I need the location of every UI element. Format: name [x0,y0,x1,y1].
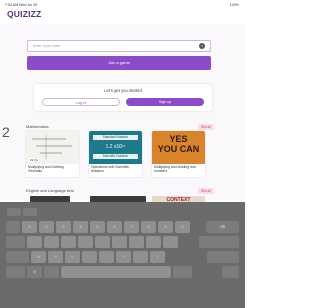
key-exclamation[interactable]: ! [150,251,165,263]
key-5[interactable]: 5 [90,221,105,233]
key-symbol-6[interactable] [112,236,127,248]
status-time: 7:54 AM Wed Jul 20 [5,3,38,7]
key-symbol-3[interactable] [61,236,76,248]
thumb-sub: Scientific Notation [93,154,138,159]
key-symbol-4[interactable] [78,236,93,248]
delete-key[interactable]: ⌫ [206,221,239,233]
tile-title: Multiplying and dividing real numbers [154,165,196,173]
app-logo: QUIZIZZ [7,9,42,19]
thumb-text: YES YOU CAN [157,134,200,154]
key-symbol-7[interactable] [129,236,144,248]
key-tab[interactable] [6,221,20,233]
join-code-placeholder: Enter a join code [33,44,60,48]
key-abc-left[interactable] [6,266,25,278]
key-abc-right[interactable] [173,266,192,278]
tile-title: Multiplying and Dividing Decimals [28,165,64,173]
key-asterisk[interactable]: * [116,251,131,263]
key-symbol-8[interactable] [146,236,161,248]
key-redo[interactable] [23,208,37,216]
key-6[interactable]: 6 [107,221,122,233]
quiz-tile-decimals[interactable]: 29 Qs Multiplying and Dividing Decimals [26,131,79,177]
key-0[interactable]: 0 [175,221,190,233]
tile-title: Operations with Scientific Notation [91,165,130,173]
battery-indicator: 100% [229,3,239,7]
space-bar[interactable] [61,266,171,278]
login-button[interactable]: Log in [42,98,120,106]
thumb-heading: Standard Notation [93,135,138,140]
tile-thumbnail: Standard Notation 1.2 x10¹¹ Scientific N… [89,131,142,164]
join-game-button[interactable]: Join a game [27,56,211,70]
return-key[interactable] [199,236,239,248]
section-title-english: English and Language Arts [26,188,74,193]
key-equals[interactable]: = [65,251,80,263]
key-symbol-2[interactable] [44,236,59,248]
section-title-mathematics: Mathematics [26,124,49,129]
thumb-value: 1.2 x10¹¹ [105,144,126,150]
see-all-english[interactable]: See all [198,188,214,194]
quiz-tile-real-numbers[interactable]: YES YOU CAN Multiplying and dividing rea… [152,131,205,177]
key-4[interactable]: 4 [73,221,88,233]
question-count-badge: 29 Qs [29,158,40,162]
key-symbol-12[interactable] [133,251,148,263]
key-mic[interactable] [44,266,59,278]
key-3[interactable]: 3 [56,221,71,233]
see-all-mathematics[interactable]: See all [198,124,214,130]
key-plus[interactable]: + [48,251,63,263]
key-undo[interactable] [7,208,21,216]
key-symbol-1[interactable] [27,236,42,248]
key-more-symbols[interactable] [6,251,29,263]
key-symbol-9[interactable] [163,236,178,248]
key-1[interactable]: 1 [22,221,37,233]
clear-icon[interactable]: × [199,43,205,49]
join-code-input[interactable]: Enter a join code × [27,40,211,52]
key-9[interactable]: 9 [158,221,173,233]
keyboard-dismiss-icon[interactable] [222,266,239,278]
tile-thumbnail: 29 Qs [26,131,79,164]
key-7[interactable]: 7 [124,221,139,233]
key-more-symbols-right[interactable] [207,251,239,263]
quiz-tile-scientific-notation[interactable]: Standard Notation 1.2 x10¹¹ Scientific N… [89,131,142,177]
signup-button[interactable]: Sign up [126,98,204,106]
key-8[interactable]: 8 [141,221,156,233]
edge-glyph: 2 [2,124,10,140]
get-started-panel: Let's get you started Log in Sign up [34,84,212,111]
key-hash[interactable]: # [31,251,46,263]
tile-thumbnail: YES YOU CAN [152,131,205,164]
get-started-title: Let's get you started [104,88,142,93]
key-symbol-10[interactable] [82,251,97,263]
on-screen-keyboard: 1 2 3 4 5 6 7 8 9 0 ⌫ # + = * ! ◎ [0,202,245,308]
key-caps[interactable] [6,236,25,248]
key-symbol-11[interactable] [99,251,114,263]
key-symbol-5[interactable] [95,236,110,248]
globe-icon[interactable]: ◎ [27,266,42,278]
key-2[interactable]: 2 [39,221,54,233]
